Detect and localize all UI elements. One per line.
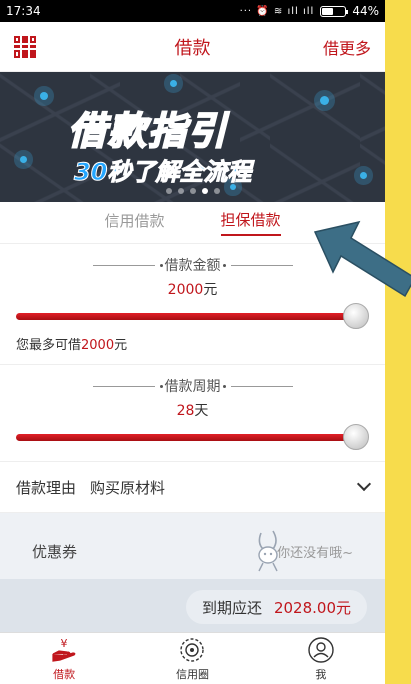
reason-label: 借款理由 [16, 478, 77, 497]
period-slider-track[interactable] [16, 434, 357, 441]
due-label: 到期应还 [201, 598, 262, 617]
amount-unit: 元 [203, 282, 218, 298]
period-unit: 天 [194, 403, 209, 419]
map-dot [320, 96, 329, 105]
reason-value: 购买原材料 [90, 478, 166, 497]
due-area: 到期应还 2028.00元 [0, 579, 385, 635]
arrow-pointer-icon [313, 220, 411, 298]
coupon-empty-text: 你还没有哦~ [277, 545, 353, 561]
battery-icon [320, 5, 349, 17]
map-dot [20, 156, 27, 163]
status-time: 17:34 [6, 4, 41, 18]
tab-guarantee-loan[interactable]: 担保借款 [220, 209, 281, 236]
nav-label-me: 我 [315, 667, 327, 681]
nav-item-credit-circle[interactable]: 信用圈 [128, 633, 256, 684]
pager-dot[interactable] [165, 188, 172, 194]
qr-code-icon[interactable] [14, 35, 36, 58]
period-slider[interactable] [16, 423, 369, 451]
coupon-label: 优惠券 [32, 542, 78, 561]
divider [0, 364, 385, 365]
section-gap [0, 513, 385, 523]
max-number: 2000 [81, 338, 115, 353]
pager-dot[interactable] [189, 188, 196, 194]
nav-label-credit-circle: 信用圈 [175, 667, 209, 681]
loan-reason-row[interactable]: 借款理由 购买原材料 [0, 461, 385, 513]
tab-credit-loan[interactable]: 信用借款 [104, 210, 164, 235]
bottom-navigation: ¥ 借款 信用圈 我 [0, 632, 385, 684]
amount-slider-handle[interactable] [343, 303, 369, 329]
period-number: 28 [176, 403, 195, 419]
pager-dot[interactable] [213, 188, 220, 194]
due-value: 2028.00元 [273, 598, 351, 617]
chevron-down-icon[interactable] [356, 476, 372, 492]
banner-headline: 借款指引 [67, 108, 229, 154]
nav-label-loan: 借款 [53, 667, 76, 681]
coupon-row[interactable]: 优惠券 你还没有哦~ [0, 523, 385, 579]
bunny-mascot-icon [258, 530, 278, 572]
status-indicator-icons: ··· ⏰ ≋ ıll ıll [239, 5, 315, 17]
banner-pager [0, 188, 385, 194]
nav-item-loan[interactable]: ¥ 借款 [0, 633, 128, 684]
status-icons: ··· ⏰ ≋ ıll ıll 44% [240, 4, 379, 18]
app-header: 借款 借更多 [0, 22, 385, 72]
app-screen: 17:34 ··· ⏰ ≋ ıll ıll 44% 借款 借更多 借款指引 30… [0, 0, 385, 684]
max-borrow-text: 您最多可借2000元 [0, 330, 385, 356]
period-title: 借款周期 [0, 373, 385, 399]
credit-circle-icon [180, 637, 205, 662]
banner-subline: 30秒了解全流程 [73, 158, 252, 187]
period-section: 借款周期 28天 [0, 373, 385, 451]
max-unit: 元 [114, 338, 128, 353]
borrow-more-link[interactable]: 借更多 [323, 35, 371, 59]
max-prefix: 您最多可借 [16, 338, 82, 353]
side-strip [313, 0, 411, 684]
amount-number: 2000 [167, 282, 204, 298]
nav-item-me[interactable]: 我 [257, 633, 385, 684]
amount-slider[interactable] [16, 302, 369, 330]
map-dot [360, 172, 367, 179]
guide-banner[interactable]: 借款指引 30秒了解全流程 [0, 72, 385, 202]
period-slider-handle[interactable] [343, 424, 369, 450]
period-value: 28天 [0, 399, 385, 423]
amount-slider-track[interactable] [16, 313, 357, 320]
amount-title-text: 借款金额 [164, 258, 221, 274]
svg-text:¥: ¥ [61, 637, 68, 650]
user-icon [308, 636, 334, 663]
status-bar: 17:34 ··· ⏰ ≋ ıll ıll 44% [0, 0, 385, 22]
map-dot [40, 92, 48, 100]
map-dot [170, 80, 177, 87]
period-title-text: 借款周期 [164, 379, 221, 395]
pager-dot[interactable] [201, 188, 208, 194]
battery-text: 44% [352, 4, 379, 18]
pager-dot[interactable] [177, 188, 184, 194]
yuan-hand-icon: ¥ [52, 637, 76, 662]
due-amount-pill: 到期应还 2028.00元 [185, 590, 367, 624]
